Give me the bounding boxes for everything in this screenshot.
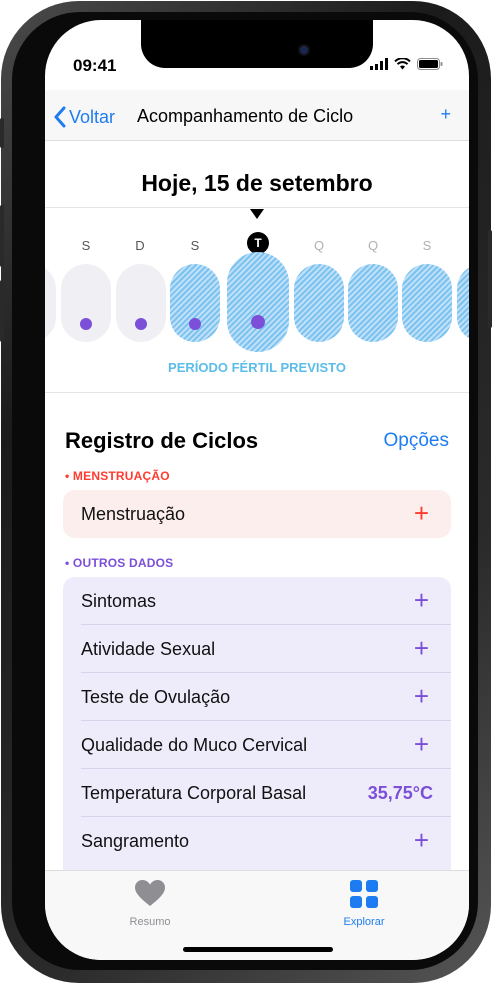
add-plus-icon[interactable]: + xyxy=(414,681,429,712)
menstruation-card: Menstruação + xyxy=(63,490,451,538)
front-camera xyxy=(300,46,308,54)
day-label: Q xyxy=(313,238,325,253)
day-pill-fertile[interactable] xyxy=(402,264,452,342)
cycle-log-title: Registro de Ciclos xyxy=(65,428,259,453)
notch xyxy=(141,20,373,68)
tab-summary[interactable]: Resumo xyxy=(100,879,200,928)
heart-icon xyxy=(135,880,165,906)
grid-icon xyxy=(350,880,378,908)
day-pill[interactable] xyxy=(61,264,111,342)
logged-data-dot xyxy=(135,318,147,330)
status-time: 09:41 xyxy=(73,56,117,75)
cellular-signal-icon xyxy=(370,58,388,70)
screen: 09:41 Voltar Acompanhamento de Ciclo + H… xyxy=(45,20,469,960)
log-row[interactable]: Qualidade do Muco Cervical + xyxy=(63,721,451,769)
tab-explore[interactable]: Explorar xyxy=(314,879,414,928)
battery-icon xyxy=(417,58,443,70)
row-label: Teste de Ovulação xyxy=(81,687,231,707)
log-row[interactable]: Temperatura Corporal Basal 35,75°C xyxy=(63,769,451,817)
menstruation-header: • MENSTRUAÇÃO xyxy=(65,469,170,483)
header-divider xyxy=(45,207,469,208)
day-label: S xyxy=(81,238,91,253)
day-pill-today[interactable] xyxy=(227,252,289,352)
wifi-icon xyxy=(394,58,411,70)
row-label: Menstruação xyxy=(81,504,186,524)
phone-bezel: 09:41 Voltar Acompanhamento de Ciclo + H… xyxy=(12,12,478,970)
fertile-window-label: PERÍODO FÉRTIL PREVISTO xyxy=(168,360,346,375)
row-label: Sangramento xyxy=(81,831,190,851)
today-pointer-icon xyxy=(250,209,264,219)
day-pill-fertile[interactable] xyxy=(457,264,469,342)
volume-down-button xyxy=(0,280,4,342)
day-label: Q xyxy=(367,238,379,253)
row-label: Atividade Sexual xyxy=(81,639,216,659)
other-data-header: • OUTROS DADOS xyxy=(65,556,174,570)
day-pill[interactable] xyxy=(116,264,166,342)
add-plus-icon[interactable]: + xyxy=(414,498,429,529)
tab-summary-label: Resumo xyxy=(129,916,171,928)
logged-data-dot xyxy=(251,315,265,329)
chevron-left-icon xyxy=(54,106,66,128)
page-title: Acompanhamento de Ciclo xyxy=(137,106,354,126)
day-pill[interactable] xyxy=(45,264,56,342)
row-label: Sintomas xyxy=(81,591,157,611)
options-button[interactable]: Opções xyxy=(384,430,449,452)
add-plus-icon[interactable]: + xyxy=(414,825,429,856)
add-button[interactable]: + xyxy=(440,104,451,125)
temperature-value: 35,75°C xyxy=(367,783,433,803)
navigation-bar: Voltar Acompanhamento de Ciclo + xyxy=(45,90,469,141)
row-label: Temperatura Corporal Basal xyxy=(81,783,307,803)
day-pill-fertile[interactable] xyxy=(294,264,344,342)
log-row[interactable]: Atividade Sexual + xyxy=(63,625,451,673)
home-indicator[interactable] xyxy=(183,947,333,952)
day-label-today[interactable]: T xyxy=(247,232,269,254)
logged-data-dot xyxy=(80,318,92,330)
menstruation-row[interactable]: Menstruação + xyxy=(63,490,451,538)
volume-up-button xyxy=(0,205,4,267)
tab-explore-label: Explorar xyxy=(343,916,385,928)
day-label: S xyxy=(190,238,200,253)
power-button xyxy=(488,230,492,328)
mute-switch xyxy=(0,118,4,148)
row-label: Qualidade do Muco Cervical xyxy=(81,735,308,755)
day-pill-fertile[interactable] xyxy=(170,264,220,342)
timeline-divider xyxy=(45,392,469,393)
add-plus-icon[interactable]: + xyxy=(414,729,429,760)
day-pill-fertile[interactable] xyxy=(348,264,398,342)
day-label: D xyxy=(135,238,145,253)
status-icons xyxy=(370,58,443,70)
other-data-card: Sintomas + Atividade Sexual + Teste de O… xyxy=(63,577,451,877)
log-row[interactable]: Sintomas + xyxy=(63,577,451,625)
add-plus-icon[interactable]: + xyxy=(414,633,429,664)
add-plus-icon[interactable]: + xyxy=(414,585,429,616)
back-label: Voltar xyxy=(69,106,116,127)
back-button[interactable]: Voltar xyxy=(53,106,115,128)
logged-data-dot xyxy=(189,318,201,330)
day-label: S xyxy=(422,238,432,253)
log-row[interactable]: Sangramento + xyxy=(63,817,451,865)
log-row[interactable]: Teste de Ovulação + xyxy=(63,673,451,721)
current-date-title: Hoje, 15 de setembro xyxy=(141,170,373,196)
